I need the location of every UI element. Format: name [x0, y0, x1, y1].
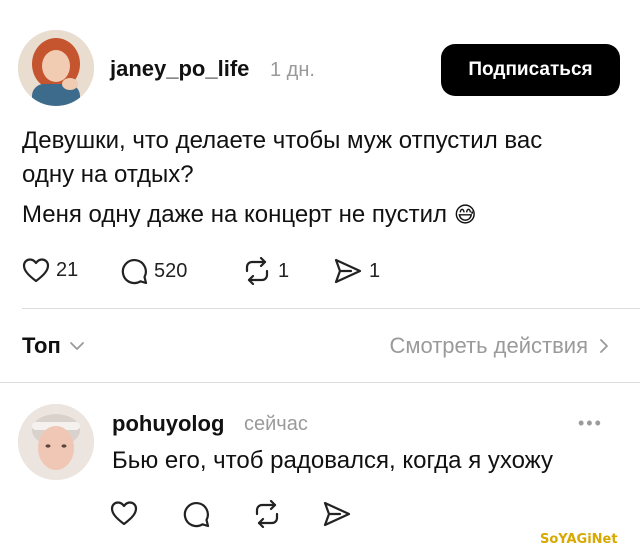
share-icon [323, 501, 351, 527]
reply-author-username[interactable]: pohuyolog [112, 411, 224, 437]
heart-icon [110, 501, 138, 526]
comment-count: 520 [154, 259, 188, 282]
share-button[interactable]: 1 [333, 257, 380, 285]
post-text-line-1: Девушки, что делаете чтобы муж отпустил … [22, 127, 543, 154]
reply-author-avatar[interactable] [18, 404, 94, 480]
divider [22, 308, 640, 309]
more-icon[interactable]: ••• [578, 413, 603, 434]
share-icon [334, 258, 362, 284]
post-author-username[interactable]: janey_po_life [110, 56, 249, 82]
like-button[interactable]: 21 [22, 257, 78, 283]
sort-dropdown[interactable]: Топ [22, 333, 85, 359]
comment-icon [183, 502, 210, 528]
reply-repost-button[interactable] [252, 500, 282, 528]
post-timestamp: 1 дн. [270, 59, 315, 81]
watermark: SoYAGiNet [540, 532, 618, 547]
comment-button[interactable]: 520 [120, 257, 187, 285]
reply-comment-button[interactable] [182, 500, 210, 528]
post-text-line-3-content: Меня одну даже на концерт не пустил [22, 201, 448, 228]
repost-button[interactable]: 1 [242, 257, 289, 285]
post-text-line-3: Меня одну даже на концерт не пустил 😅 [22, 198, 477, 232]
reply-share-button[interactable] [322, 500, 352, 528]
comment-icon [121, 259, 148, 285]
repost-icon [245, 257, 269, 285]
reply-timestamp: сейчас [244, 413, 308, 435]
view-actions-link[interactable]: Смотреть действия [389, 333, 610, 359]
reply-text: Бью его, чтоб радовался, когда я ухожу [112, 447, 553, 474]
share-count: 1 [369, 259, 381, 282]
post-author-avatar[interactable] [18, 30, 94, 106]
repost-icon [255, 500, 279, 528]
sort-label: Топ [22, 333, 61, 358]
like-count: 21 [56, 258, 79, 281]
repost-count: 1 [278, 259, 290, 282]
sweat-smile-emoji: 😅 [453, 202, 477, 227]
follow-button[interactable]: Подписаться [441, 44, 620, 96]
chevron-right-icon [600, 339, 608, 353]
reply-like-button[interactable] [110, 500, 138, 526]
chevron-down-icon [69, 342, 84, 350]
divider [0, 382, 640, 383]
heart-icon [22, 258, 50, 283]
view-actions-label: Смотреть действия [389, 333, 588, 358]
post-text-line-2: одну на отдых? [22, 161, 194, 188]
